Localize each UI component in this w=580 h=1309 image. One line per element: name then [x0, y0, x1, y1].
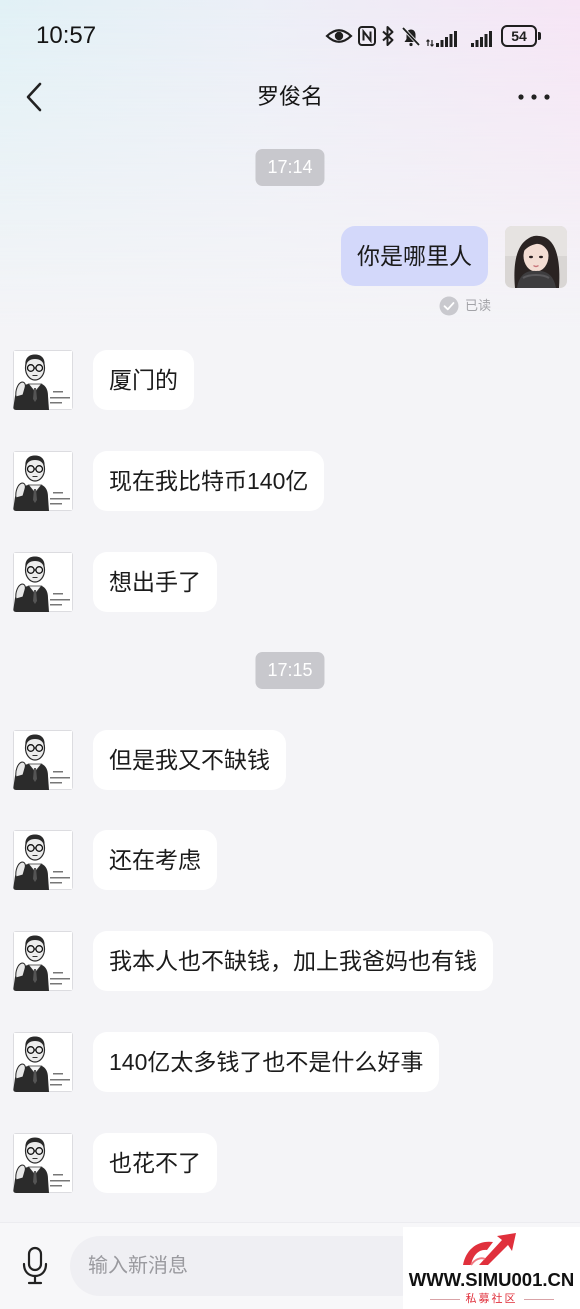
contact-avatar[interactable] — [13, 350, 73, 410]
divider — [429, 1298, 460, 1300]
message-bubble[interactable]: 140亿太多钱了也不是什么好事 — [93, 1032, 440, 1092]
message-bubble[interactable]: 厦门的 — [93, 350, 194, 410]
read-check-icon — [439, 296, 459, 316]
input-bar: WWW.SIMU001.CN 私募社区 — [0, 1222, 580, 1309]
divider — [523, 1298, 554, 1300]
user-avatar[interactable] — [505, 226, 567, 288]
message-bubble[interactable]: 也花不了 — [93, 1133, 217, 1193]
contact-avatar[interactable] — [13, 552, 73, 612]
read-status-label: 已读 — [465, 298, 492, 313]
user-avatar-image — [505, 226, 567, 288]
time-divider-label: 17:14 — [267, 157, 313, 177]
message-text: 厦门的 — [109, 367, 178, 393]
message-bubble[interactable]: 想出手了 — [93, 552, 217, 612]
message-row-incoming: 140亿太多钱了也不是什么好事 — [0, 1032, 580, 1094]
message-bubble[interactable]: 还在考虑 — [93, 830, 217, 890]
microphone-icon — [22, 1246, 48, 1285]
simu-logo-icon — [463, 1233, 516, 1266]
message-text: 140亿太多钱了也不是什么好事 — [109, 1049, 424, 1075]
contact-avatar[interactable] — [13, 730, 73, 790]
read-receipt: 已读 — [439, 296, 491, 316]
watermark: WWW.SIMU001.CN 私募社区 — [403, 1227, 580, 1309]
message-text: 想出手了 — [109, 569, 201, 595]
contact-avatar[interactable] — [13, 1032, 73, 1092]
voice-input-button[interactable] — [20, 1245, 50, 1289]
message-text: 还在考虑 — [109, 847, 201, 873]
watermark-label: 私募社区 — [403, 1292, 580, 1306]
message-row-incoming: 现在我比特币140亿 — [0, 451, 580, 513]
message-input-wrapper — [70, 1236, 430, 1296]
message-bubble[interactable]: 你是哪里人 — [341, 226, 488, 286]
watermark-label-text: 私募社区 — [465, 1293, 518, 1305]
message-row-incoming: 我本人也不缺钱，加上我爸妈也有钱 — [0, 931, 580, 993]
message-list: 17:14 你是哪里人 已读 厦门的 现在我比特币140亿 想出手了 17:15… — [0, 0, 580, 1222]
time-divider: 17:15 — [255, 652, 325, 689]
watermark-url: WWW.SIMU001.CN — [408, 1269, 575, 1290]
message-input[interactable] — [70, 1236, 430, 1296]
message-text: 现在我比特币140亿 — [109, 468, 309, 494]
message-bubble[interactable]: 但是我又不缺钱 — [93, 730, 286, 790]
message-bubble[interactable]: 我本人也不缺钱，加上我爸妈也有钱 — [93, 931, 493, 991]
message-text: 也花不了 — [109, 1150, 201, 1176]
message-row-outgoing: 你是哪里人 — [0, 226, 580, 288]
message-row-incoming: 想出手了 — [0, 552, 580, 614]
message-text: 我本人也不缺钱，加上我爸妈也有钱 — [109, 948, 477, 974]
message-bubble[interactable]: 现在我比特币140亿 — [93, 451, 325, 511]
message-text: 你是哪里人 — [357, 243, 472, 269]
message-text: 但是我又不缺钱 — [109, 747, 270, 773]
contact-avatar[interactable] — [13, 830, 73, 890]
time-divider: 17:14 — [255, 149, 325, 186]
message-row-incoming: 厦门的 — [0, 350, 580, 412]
message-row-incoming: 也花不了 — [0, 1133, 580, 1195]
message-row-incoming: 但是我又不缺钱 — [0, 730, 580, 792]
contact-avatar[interactable] — [13, 1133, 73, 1193]
message-row-incoming: 还在考虑 — [0, 830, 580, 892]
contact-avatar[interactable] — [13, 451, 73, 511]
contact-avatar[interactable] — [13, 931, 73, 991]
time-divider-label: 17:15 — [267, 660, 313, 680]
